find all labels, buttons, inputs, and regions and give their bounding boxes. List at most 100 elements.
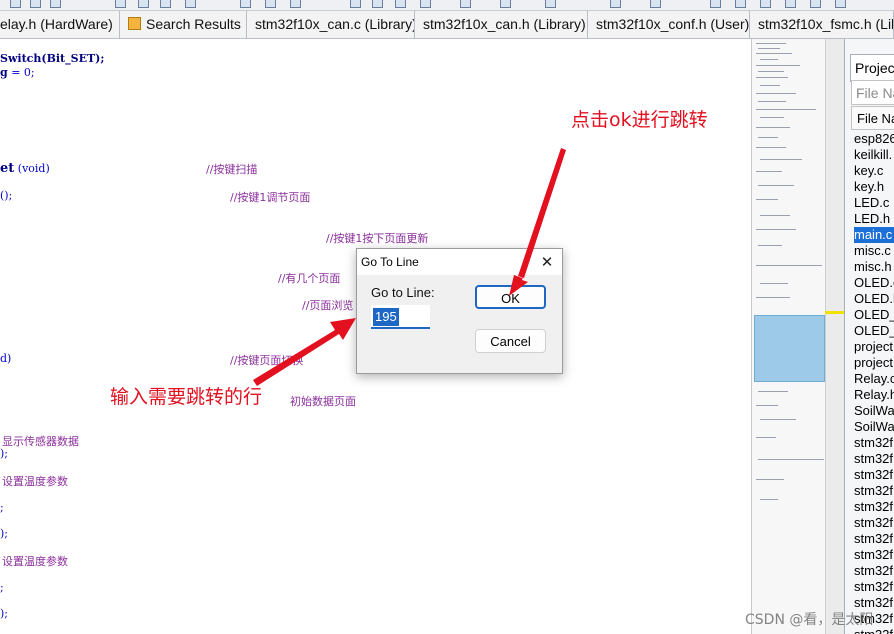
cancel-button[interactable]: Cancel [475,329,546,353]
config-icon[interactable] [240,0,251,8]
go-to-line-label: Go to Line: [371,285,435,300]
file-list-item[interactable]: misc.h [854,259,894,275]
layout-icon[interactable] [650,0,661,8]
window-icon[interactable] [710,0,721,8]
watermark: CSDN @看，是太阳 [745,612,874,628]
window-icon[interactable] [735,0,746,8]
tab-search-results[interactable]: Search Results [120,11,247,38]
file-list-item[interactable]: SoilWa [854,403,894,419]
download-icon[interactable] [10,0,21,8]
file-list-item[interactable]: key.h [854,179,894,195]
file-list-item[interactable]: stm32f [854,547,894,563]
go-to-line-dialog: Go To Line ✕ Go to Line: 195 OK Cancel [356,248,563,374]
debug-icon[interactable] [350,0,361,8]
config-icon[interactable] [460,0,471,8]
file-list-item[interactable]: key.c [854,163,894,179]
file-list-item[interactable]: stm32f [854,531,894,547]
file-list-item[interactable]: esp826 [854,131,894,147]
window-icon[interactable] [810,0,821,8]
code-comment: //按键1调节页面 [230,191,311,204]
tab-label: stm32f10x_fsmc.h (Library) [758,16,893,32]
file-list-item[interactable]: Relay.h [854,387,894,403]
code-comment: 设置温度参数 [2,475,68,488]
minimap-scrollbar[interactable] [825,39,845,634]
file-list-item[interactable]: Relay.c [854,371,894,387]
file-column-header[interactable]: File Na [851,106,894,130]
code-comment: //按键扫描 [206,163,258,176]
line-number-input[interactable]: 195 [371,305,430,329]
file-list-item[interactable]: stm32f [854,579,894,595]
tab-stm32f10x-conf-h[interactable]: stm32f10x_conf.h (User) [588,11,750,38]
file-list-item[interactable]: stm32f [854,563,894,579]
file-list-item[interactable]: OLED.h [854,291,894,307]
file-list-item[interactable]: SoilWa [854,419,894,435]
bookmark-icon[interactable] [30,0,41,8]
close-icon[interactable]: ✕ [536,249,558,275]
file-list-item[interactable]: stm32f [854,499,894,515]
tab-label: stm32f10x_can.h (Library) [423,16,586,32]
code-line: Switch(Bit_SET); [0,52,105,65]
code-comment: //按键1按下页面更新 [326,232,429,245]
file-list-item[interactable]: OLED_I [854,307,894,323]
file-list-item[interactable]: project [854,355,894,371]
code-line: ; [0,581,4,594]
file-list-item[interactable]: stm32f [854,467,894,483]
file-list-item[interactable]: stm32f [854,451,894,467]
window-icon[interactable] [395,0,406,8]
code-comment: 设置温度参数 [2,555,68,568]
dialog-title: Go To Line [361,255,419,269]
file-list-item[interactable]: OLED_I [854,323,894,339]
layout-icon[interactable] [610,0,621,8]
window-icon[interactable] [420,0,431,8]
file-list-item[interactable]: OLED.c [854,275,894,291]
ok-button[interactable]: OK [475,285,546,309]
file-list-item[interactable]: stm32f [854,435,894,451]
window-icon[interactable] [160,0,171,8]
layout-icon[interactable] [372,0,383,8]
annotation-enter-line: 输入需要跳转的行 [110,386,263,408]
dialog-title-bar: Go To Line ✕ [357,249,562,275]
tab-stm32f10x-fsmc-h[interactable]: stm32f10x_fsmc.h (Library) [750,11,894,38]
project-tab[interactable]: Project [850,54,894,82]
file-list-item[interactable]: stm32f [854,515,894,531]
config-icon[interactable] [545,0,556,8]
file-list-item[interactable]: LED.c [854,195,894,211]
file-list-item[interactable]: keilkill. [854,147,894,163]
code-minimap[interactable] [751,39,845,634]
file-search-input[interactable]: File Na [851,80,894,105]
window-icon[interactable] [785,0,796,8]
file-list-item[interactable]: misc.c [854,243,894,259]
window-icon[interactable] [265,0,276,8]
current-line-marker [825,311,845,314]
build-icon[interactable] [50,0,61,8]
file-list-item[interactable]: LED.h [854,211,894,227]
code-comment: //页面浏览 [302,299,354,312]
layout-icon[interactable] [185,0,196,8]
code-comment: 显示传感器数据 [2,435,79,448]
project-panel: Project File Na File Na esp826keilkill.k… [844,39,894,634]
file-list-item[interactable]: project [854,339,894,355]
window-icon[interactable] [835,0,846,8]
code-comment: //有几个页面 [278,272,341,285]
tab-label: Search Results [146,16,241,32]
line-number-value: 195 [373,308,399,326]
debug-icon[interactable] [138,0,149,8]
settings-icon[interactable] [115,0,126,8]
tab-relay-h[interactable]: elay.h (HardWare) [0,11,120,38]
code-line: ); [0,607,8,620]
tab-stm32f10x-can-c[interactable]: stm32f10x_can.c (Library) [247,11,415,38]
code-line: g = 0; [0,66,35,79]
minimap-viewport[interactable] [754,315,825,382]
window-icon[interactable] [290,0,301,8]
code-line: (); [0,189,13,202]
file-list-item[interactable]: main.c [854,227,894,243]
window-icon[interactable] [760,0,771,8]
file-list-item[interactable]: stm32f [854,483,894,499]
code-line: d) [0,352,12,365]
tab-stm32f10x-can-h[interactable]: stm32f10x_can.h (Library) [415,11,588,38]
code-line: ); [0,527,8,540]
editor-tab-bar: elay.h (HardWare) Search Results stm32f1… [0,11,894,39]
config-icon[interactable] [500,0,511,8]
tab-label: elay.h (HardWare) [0,16,113,32]
code-comment: //按键页面切换 [230,354,304,367]
